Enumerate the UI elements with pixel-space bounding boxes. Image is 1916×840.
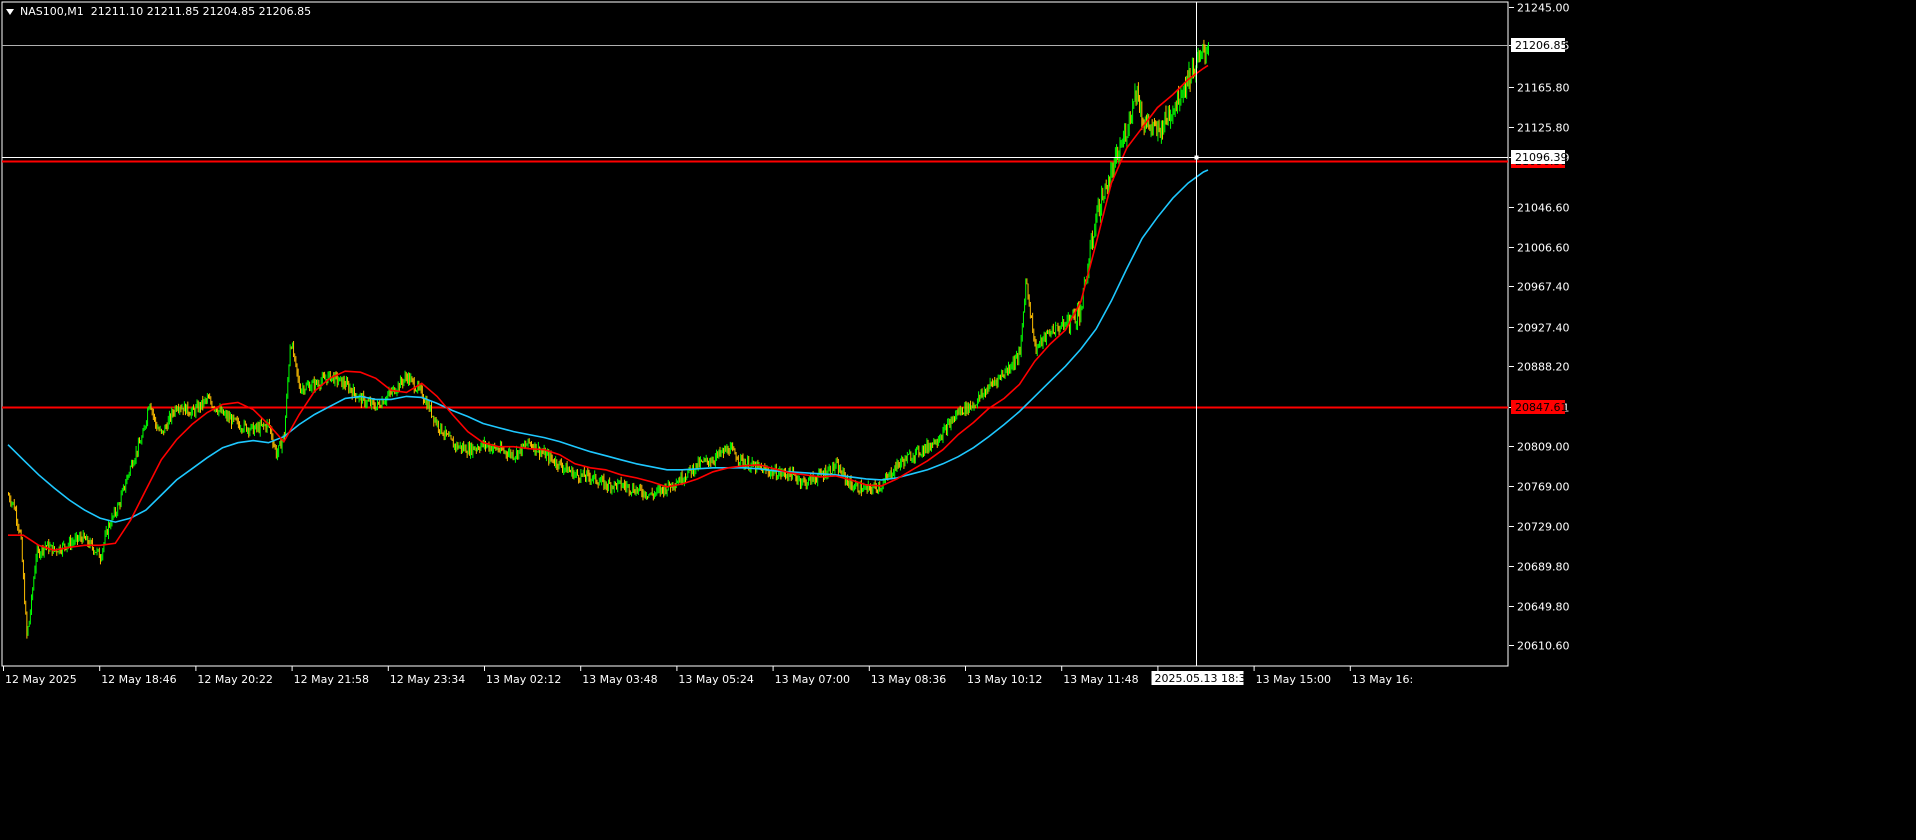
price-tick-label: 20809.00 <box>1517 441 1570 454</box>
time-tick-label: 13 May 10:12 <box>967 673 1042 686</box>
time-tick-label: 13 May 15:00 <box>1256 673 1331 686</box>
price-tick-label: 21006.60 <box>1517 242 1570 255</box>
crosshair-center-icon <box>1194 155 1199 160</box>
time-tick-label: 12 May 23:34 <box>390 673 465 686</box>
price-tick-label: 20729.00 <box>1517 521 1570 534</box>
price-tick-label: 21165.80 <box>1517 82 1570 95</box>
symbol-name: NAS100,M1 <box>20 5 84 18</box>
symbol-header: NAS100,M1 21211.10 21211.85 21204.85 212… <box>6 4 311 20</box>
price-tick-label: 20769.00 <box>1517 481 1570 494</box>
crosshair-time-tag: 2025.05.13 18:30 <box>1155 672 1253 685</box>
level-price-tag-2: 20847.61 <box>1515 401 1568 414</box>
time-tick-label: 13 May 16: <box>1352 673 1413 686</box>
price-tick-label: 21125.80 <box>1517 122 1570 135</box>
price-tick-label: 20649.80 <box>1517 601 1570 614</box>
time-tick-label: 13 May 08:36 <box>871 673 946 686</box>
price-tick-label: 20689.80 <box>1517 561 1570 574</box>
crosshair-price-tag: 21096.39 <box>1515 151 1568 164</box>
time-tick-label: 12 May 21:58 <box>294 673 369 686</box>
price-tick-label: 20927.40 <box>1517 322 1570 335</box>
time-tick-label: 13 May 02:12 <box>486 673 561 686</box>
time-tick-label: 12 May 18:46 <box>101 673 176 686</box>
price-tick-label: 20610.60 <box>1517 640 1570 653</box>
chart-background <box>0 0 1916 840</box>
time-tick-label: 13 May 07:00 <box>775 673 850 686</box>
price-tick-label: 20967.40 <box>1517 281 1570 294</box>
collapse-triangle-icon[interactable] <box>6 9 14 15</box>
chart-window[interactable]: 21245.00 21206.85 21165.80 21125.80 21096.39… <box>0 0 1916 840</box>
ohlc-values: 21211.10 21211.85 21204.85 21206.85 <box>90 5 312 18</box>
price-tick-label: 20888.20 <box>1517 361 1570 374</box>
time-tick-label: 13 May 11:48 <box>1063 673 1138 686</box>
time-tick-label: 13 May 03:48 <box>582 673 657 686</box>
price-tick-label: 21245.00 <box>1517 2 1570 15</box>
last-price-tag: 21206.85 <box>1515 39 1568 52</box>
time-tick-label: 12 May 20:22 <box>197 673 272 686</box>
time-tick-label: 12 May 2025 <box>5 673 77 686</box>
price-chart[interactable]: 21245.00 21206.85 21165.80 21125.80 21096.39… <box>0 0 1916 840</box>
price-tick-label: 21046.60 <box>1517 202 1570 215</box>
time-tick-label: 13 May 05:24 <box>678 673 753 686</box>
